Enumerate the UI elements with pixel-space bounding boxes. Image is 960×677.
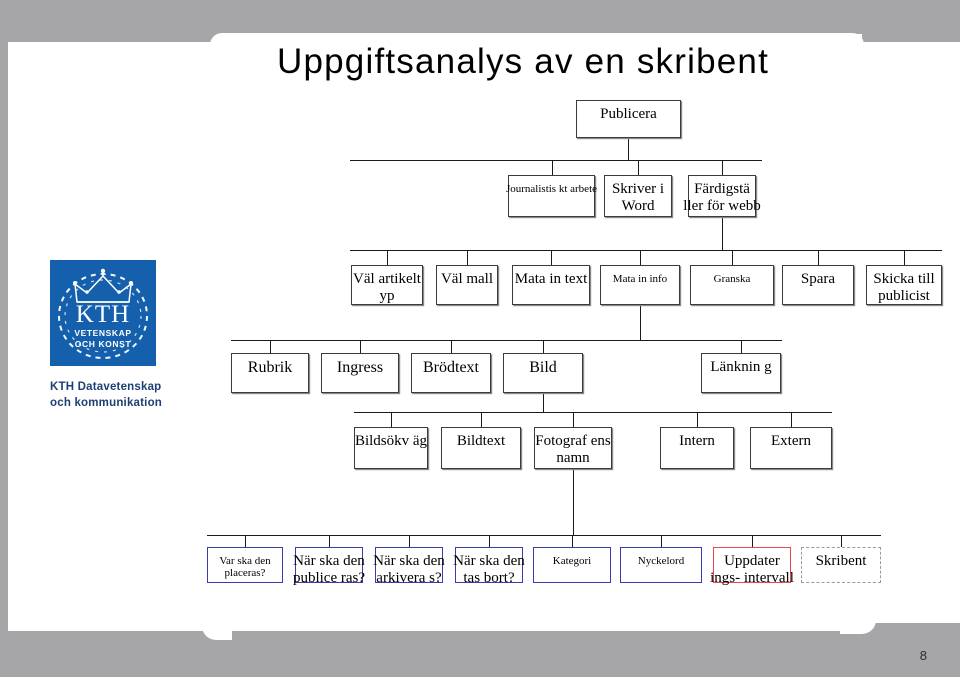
node-label: När ska den arkivera s? (373, 553, 445, 586)
node-label: Ingress (336, 359, 384, 376)
node-label: Nyckelord (637, 555, 685, 567)
node-label: Rubrik (247, 359, 293, 376)
kth-logo: KTH VETENSKAP OCH KONST KTH Datavetenska… (50, 260, 200, 411)
node-valj-artikeltyp[interactable]: Väl artikelt yp (351, 265, 423, 305)
page-title: Uppgiftsanalys av en skribent (277, 42, 769, 81)
panel-right-fill (860, 42, 960, 608)
node-mata-in-info[interactable]: Mata in info (600, 265, 680, 305)
node-label: Var ska den placeras? (219, 555, 271, 580)
node-label: Skicka till publicist (873, 271, 935, 304)
node-label: Spara (800, 271, 836, 287)
node-label: Brödtext (423, 359, 479, 376)
node-label: När ska den tas bort? (453, 553, 525, 586)
node-journalistiskt[interactable]: Journalistis kt arbete (506, 175, 597, 217)
node-label: När ska den publice ras? (292, 553, 366, 586)
node-label: Mata in info (612, 273, 668, 285)
node-label: Länknin g (710, 359, 772, 375)
frame-band-bottom-right (620, 623, 960, 677)
node-nar-arkiveras[interactable]: När ska den arkivera s? (373, 547, 445, 586)
node-label: Kategori (552, 555, 592, 567)
node-skribent[interactable]: Skribent (801, 547, 881, 583)
frame-band-left (0, 0, 8, 677)
node-rubrik[interactable]: Rubrik (231, 353, 309, 393)
node-skriver-word[interactable]: Skriver i Word (604, 175, 672, 217)
node-skicka-publicist[interactable]: Skicka till publicist (866, 265, 942, 305)
frame-band-top-left (0, 0, 220, 42)
node-ingress[interactable]: Ingress (321, 353, 399, 393)
node-fotografens-namn[interactable]: Fotograf ens namn (534, 427, 612, 469)
panel-corner-bottom-right (840, 600, 876, 634)
content-panel (210, 33, 864, 631)
node-lankning[interactable]: Länknin g (701, 353, 781, 393)
node-fardigstaller[interactable]: Färdigstä ller för webb (683, 175, 761, 217)
node-nar-tas-bort[interactable]: När ska den tas bort? (453, 547, 525, 586)
node-label: Skribent (815, 553, 867, 569)
kth-logo-motto-line2: OCH KONST (74, 338, 132, 349)
node-label: Färdigstä ller för webb (683, 181, 761, 214)
node-kategori[interactable]: Kategori (533, 547, 611, 583)
node-var-placeras[interactable]: Var ska den placeras? (207, 547, 283, 583)
frame-band-top-right (212, 0, 960, 34)
kth-logo-caption-line1: KTH Datavetenskap (50, 381, 162, 393)
node-label: Väl mall (440, 271, 494, 287)
kth-logo-mark: KTH VETENSKAP OCH KONST (50, 260, 156, 366)
node-extern[interactable]: Extern (750, 427, 832, 469)
node-publicera[interactable]: Publicera (576, 100, 681, 138)
node-label: Väl artikelt yp (353, 271, 421, 304)
node-label: Granska (713, 273, 751, 285)
slide-canvas: Uppgiftsanalys av en skribent KTH VETENS… (0, 0, 960, 677)
node-label: Bildsökv äg (354, 433, 428, 449)
node-nar-publiceras[interactable]: När ska den publice ras? (293, 547, 365, 586)
kth-logo-motto-line1: VETENSKAP (74, 328, 132, 338)
kth-logo-caption-line2: och kommunikation (50, 396, 163, 409)
frame-band-bottom (0, 631, 640, 677)
node-valj-mall[interactable]: Väl mall (436, 265, 498, 305)
node-label: Journalistis kt arbete (505, 183, 598, 195)
node-label: Bild (529, 359, 557, 376)
node-label: Uppdater ings- intervall (710, 553, 794, 586)
kth-logo-wordmark: KTH (75, 301, 131, 328)
panel-corner-bottom-left (202, 600, 232, 640)
node-label: Intern (679, 433, 715, 449)
node-label: Skriver i Word (611, 181, 665, 214)
node-label: Publicera (600, 106, 657, 122)
node-spara[interactable]: Spara (782, 265, 854, 305)
node-label: Bildtext (456, 433, 506, 449)
frame-band-top-far-right (862, 0, 960, 42)
node-label: Mata in text (514, 271, 588, 287)
node-bildsokvag[interactable]: Bildsökv äg (354, 427, 428, 469)
node-brodtext[interactable]: Brödtext (411, 353, 491, 393)
node-granska[interactable]: Granska (690, 265, 774, 305)
node-bildtext[interactable]: Bildtext (441, 427, 521, 469)
node-label: Fotograf ens namn (535, 433, 611, 466)
kth-logo-motto: VETENSKAP OCH KONST (50, 328, 156, 349)
node-nyckelord[interactable]: Nyckelord (620, 547, 702, 583)
page-number: 8 (919, 648, 927, 663)
node-mata-in-text[interactable]: Mata in text (512, 265, 590, 305)
kth-logo-caption: KTH Datavetenskap och kommunikation (50, 380, 200, 411)
node-label: Extern (771, 433, 811, 449)
node-intern[interactable]: Intern (660, 427, 734, 469)
node-bild[interactable]: Bild (503, 353, 583, 393)
node-uppdateringsintervall[interactable]: Uppdater ings- intervall (710, 547, 794, 586)
